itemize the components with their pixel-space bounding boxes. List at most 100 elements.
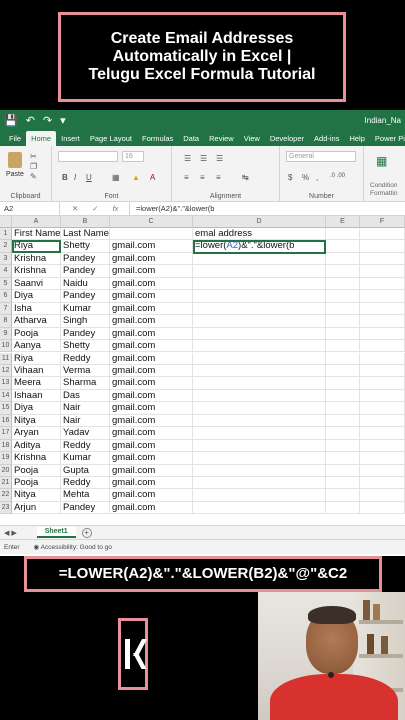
redo-icon[interactable]: ↷ xyxy=(43,114,52,127)
cell-first-name[interactable]: Pooja xyxy=(12,477,61,490)
cell-last-name[interactable]: Shetty xyxy=(61,340,110,353)
row-header[interactable]: 4 xyxy=(0,265,12,278)
cell-first-name[interactable]: Vihaan xyxy=(12,364,61,378)
cell-first-name[interactable]: Meera xyxy=(12,377,61,390)
percent-icon[interactable]: % xyxy=(302,173,309,182)
name-box[interactable]: A2 xyxy=(0,201,60,216)
row-header[interactable]: 16 xyxy=(0,414,12,428)
cell-last-name[interactable]: Yadav xyxy=(61,427,110,440)
row-header[interactable]: 18 xyxy=(0,439,12,453)
tab-power-pivot[interactable]: Power Pivot xyxy=(370,131,405,146)
align-bottom-icon[interactable]: ☰ xyxy=(216,154,223,163)
conditional-formatting-button[interactable]: Condition Formattin xyxy=(370,182,397,198)
align-right-icon[interactable]: ≡ xyxy=(216,173,221,182)
cell-domain[interactable]: gmail.com xyxy=(110,452,193,465)
align-center-icon[interactable]: ≡ xyxy=(200,173,205,182)
currency-icon[interactable]: $ xyxy=(288,173,292,182)
align-top-icon[interactable]: ☰ xyxy=(184,154,191,163)
cell-last-name[interactable]: Reddy xyxy=(61,439,110,453)
cut-copy-icons[interactable]: ✂ ❐ ✎ xyxy=(30,152,37,182)
cell-domain[interactable]: gmail.com xyxy=(110,501,193,515)
column-header-e[interactable]: E xyxy=(326,216,360,228)
cell-last-name[interactable]: Gupta xyxy=(61,464,110,477)
cell-first-name[interactable]: Pooja xyxy=(12,464,61,477)
row-header[interactable]: 12 xyxy=(0,364,12,378)
row-header[interactable]: 21 xyxy=(0,477,12,490)
cell-domain[interactable]: gmail.com xyxy=(110,427,193,440)
cell-domain[interactable]: gmail.com xyxy=(110,414,193,428)
tab-insert[interactable]: Insert xyxy=(56,131,85,146)
cell-last-name[interactable]: Reddy xyxy=(61,477,110,490)
cell-last-name[interactable]: Kumar xyxy=(61,452,110,465)
cell-last-name[interactable]: Nair xyxy=(61,402,110,415)
fx-icon[interactable]: fx xyxy=(113,204,119,213)
cell-last-name[interactable]: Nair xyxy=(61,414,110,428)
cell-last-name[interactable]: Kumar xyxy=(61,302,110,316)
sheet-tab-sheet1[interactable]: Sheet1 xyxy=(36,527,76,538)
cell-domain[interactable]: gmail.com xyxy=(110,340,193,353)
row-header[interactable]: 6 xyxy=(0,290,12,303)
cell-first-name[interactable]: Nitya xyxy=(12,414,61,428)
number-format-dropdown[interactable]: General xyxy=(286,151,356,162)
cell-first-name[interactable]: Isha xyxy=(12,302,61,316)
row-header[interactable]: 13 xyxy=(0,377,12,390)
font-name-dropdown[interactable] xyxy=(58,151,118,162)
column-header-b[interactable]: B xyxy=(61,216,110,228)
row-header[interactable]: 14 xyxy=(0,389,12,403)
bold-button[interactable]: B xyxy=(62,173,68,182)
cell-first-name[interactable]: Nitya xyxy=(12,489,61,502)
tab-review[interactable]: Review xyxy=(204,131,239,146)
cell-last-name[interactable]: Pandey xyxy=(61,265,110,278)
cell-first-name[interactable]: Arjun xyxy=(12,501,61,515)
row-header[interactable]: 7 xyxy=(0,302,12,316)
cell-last-name[interactable]: Mehta xyxy=(61,489,110,502)
cell-first-name[interactable]: Ishaan xyxy=(12,389,61,403)
paste-icon[interactable] xyxy=(8,152,22,168)
column-header-a[interactable]: A xyxy=(12,216,61,228)
cell-domain[interactable]: gmail.com xyxy=(110,290,193,303)
cancel-icon[interactable]: ✕ xyxy=(72,204,78,213)
row-header[interactable]: 5 xyxy=(0,277,12,291)
cell-domain[interactable]: gmail.com xyxy=(110,315,193,328)
font-size-dropdown[interactable]: 16 xyxy=(122,151,144,162)
cell-domain[interactable]: gmail.com xyxy=(110,352,193,365)
tab-page-layout[interactable]: Page Layout xyxy=(85,131,137,146)
tab-developer[interactable]: Developer xyxy=(265,131,309,146)
tab-view[interactable]: View xyxy=(239,131,265,146)
row-header[interactable]: 1 xyxy=(0,228,12,241)
cell-domain[interactable]: gmail.com xyxy=(110,327,193,341)
italic-button[interactable]: I xyxy=(74,173,76,182)
sheet-nav-icons[interactable]: ◀ ▶ xyxy=(4,529,17,537)
borders-icon[interactable]: ▦ xyxy=(112,173,120,182)
cell-domain[interactable]: gmail.com xyxy=(110,302,193,316)
cell-first-name[interactable]: Krishna xyxy=(12,252,61,266)
cell-last-name[interactable]: Sharma xyxy=(61,377,110,390)
cell-domain[interactable]: gmail.com xyxy=(110,277,193,291)
cell-domain[interactable]: gmail.com xyxy=(110,252,193,266)
row-header[interactable]: 20 xyxy=(0,464,12,477)
row-header[interactable]: 8 xyxy=(0,315,12,328)
row-header[interactable]: 19 xyxy=(0,452,12,465)
row-header[interactable]: 17 xyxy=(0,427,12,440)
row-header[interactable]: 22 xyxy=(0,489,12,502)
save-icon[interactable]: 💾 xyxy=(4,114,18,127)
align-middle-icon[interactable]: ☰ xyxy=(200,154,207,163)
row-header[interactable]: 9 xyxy=(0,327,12,341)
cell-last-name[interactable]: Naidu xyxy=(61,277,110,291)
accessibility-status[interactable]: ◉ Accessibility: Good to go xyxy=(34,543,112,551)
enter-icon[interactable]: ✓ xyxy=(92,204,98,213)
cell-domain[interactable]: gmail.com xyxy=(110,389,193,403)
column-header-c[interactable]: C xyxy=(110,216,193,228)
cell-first-name[interactable]: Diya xyxy=(12,290,61,303)
cell-first-name[interactable]: Atharva xyxy=(12,315,61,328)
cell-domain[interactable]: gmail.com xyxy=(110,364,193,378)
column-header-d[interactable]: D xyxy=(193,216,326,228)
row-header[interactable]: 15 xyxy=(0,402,12,415)
comma-icon[interactable]: , xyxy=(316,173,318,182)
cell-last-name[interactable]: Singh xyxy=(61,315,110,328)
cell-last-name[interactable]: Verma xyxy=(61,364,110,378)
tab-formulas[interactable]: Formulas xyxy=(137,131,178,146)
paste-button[interactable]: Paste xyxy=(6,171,24,178)
cell-last-name[interactable]: Pandey xyxy=(61,327,110,341)
conditional-formatting-icon[interactable]: ▦ xyxy=(376,154,387,168)
